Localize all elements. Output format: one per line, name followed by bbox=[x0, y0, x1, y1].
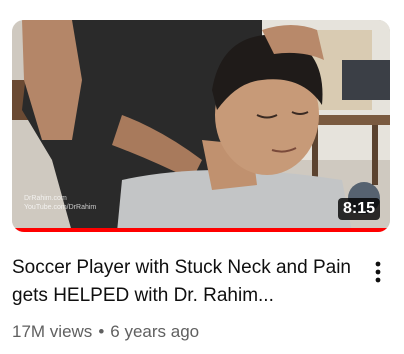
video-card[interactable]: DrRahim.com YouTube.com/DrRahim 8:15 Soc… bbox=[0, 0, 404, 354]
watch-progress-fill bbox=[12, 228, 390, 232]
video-title[interactable]: Soccer Player with Stuck Neck and Pain g… bbox=[12, 254, 352, 310]
view-count: 17M views bbox=[12, 322, 93, 341]
video-metadata: 17M views • 6 years ago bbox=[12, 322, 199, 342]
more-actions-button[interactable] bbox=[366, 258, 390, 286]
more-vertical-icon bbox=[375, 261, 381, 283]
meta-separator: • bbox=[98, 322, 105, 341]
video-thumbnail[interactable]: DrRahim.com YouTube.com/DrRahim 8:15 bbox=[12, 20, 390, 232]
watermark-line-1: DrRahim.com bbox=[24, 195, 67, 202]
duration-badge: 8:15 bbox=[337, 198, 380, 220]
watch-progress-bar bbox=[12, 228, 390, 232]
watermark-line-2: YouTube.com/DrRahim bbox=[24, 204, 97, 211]
channel-watermark: DrRahim.com YouTube.com/DrRahim bbox=[24, 194, 96, 212]
upload-age: 6 years ago bbox=[110, 322, 200, 341]
